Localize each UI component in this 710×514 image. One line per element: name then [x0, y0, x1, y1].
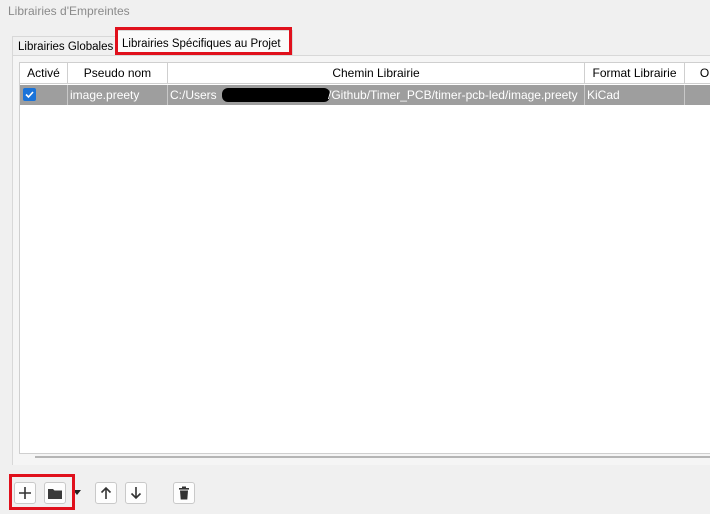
trash-icon — [179, 486, 189, 500]
delete-library-button[interactable] — [173, 482, 195, 504]
checkmark-icon — [25, 91, 34, 99]
column-header-path[interactable]: Chemin Librairie — [168, 63, 585, 84]
column-header-options[interactable]: O — [685, 63, 710, 84]
table-header: Activé Pseudo nom Chemin Librairie Forma… — [20, 63, 710, 84]
tab-project-libraries[interactable]: Librairies Spécifiques au Projet — [116, 30, 293, 56]
move-up-button[interactable] — [95, 482, 117, 504]
table-row[interactable]: image.preety C:/Users /Github/Timer_PCB/… — [20, 85, 710, 105]
tab-global-libraries[interactable]: Librairies Globales — [12, 36, 116, 56]
cell-nickname[interactable]: image.preety — [68, 85, 168, 105]
cell-format[interactable]: KiCad — [585, 85, 685, 105]
browse-library-button[interactable] — [44, 482, 66, 504]
folder-icon — [48, 488, 62, 499]
caret-down-icon — [73, 490, 81, 495]
library-panel: Activé Pseudo nom Chemin Librairie Forma… — [12, 55, 710, 465]
arrow-down-icon — [130, 487, 142, 500]
browse-options-dropdown[interactable] — [70, 482, 84, 504]
horizontal-scrollbar[interactable] — [35, 452, 710, 458]
cell-path[interactable]: C:/Users /Github/Timer_PCB/timer-pcb-led… — [168, 85, 585, 105]
enabled-checkbox[interactable] — [23, 88, 36, 101]
column-header-nickname[interactable]: Pseudo nom — [68, 63, 168, 84]
cell-options[interactable] — [685, 85, 710, 105]
cell-enabled — [20, 85, 68, 105]
plus-icon — [19, 487, 31, 499]
window-title: Librairies d'Empreintes — [8, 4, 130, 18]
add-library-button[interactable] — [14, 482, 36, 504]
path-suffix: /Github/Timer_PCB/timer-pcb-led/image.pr… — [328, 88, 578, 102]
column-header-enabled[interactable]: Activé — [20, 63, 68, 84]
column-header-format[interactable]: Format Librairie — [585, 63, 685, 84]
path-prefix: C:/Users — [170, 88, 217, 102]
redaction-mark — [222, 88, 330, 102]
library-table: Activé Pseudo nom Chemin Librairie Forma… — [19, 62, 710, 454]
arrow-up-icon — [100, 486, 112, 499]
move-down-button[interactable] — [125, 482, 147, 504]
